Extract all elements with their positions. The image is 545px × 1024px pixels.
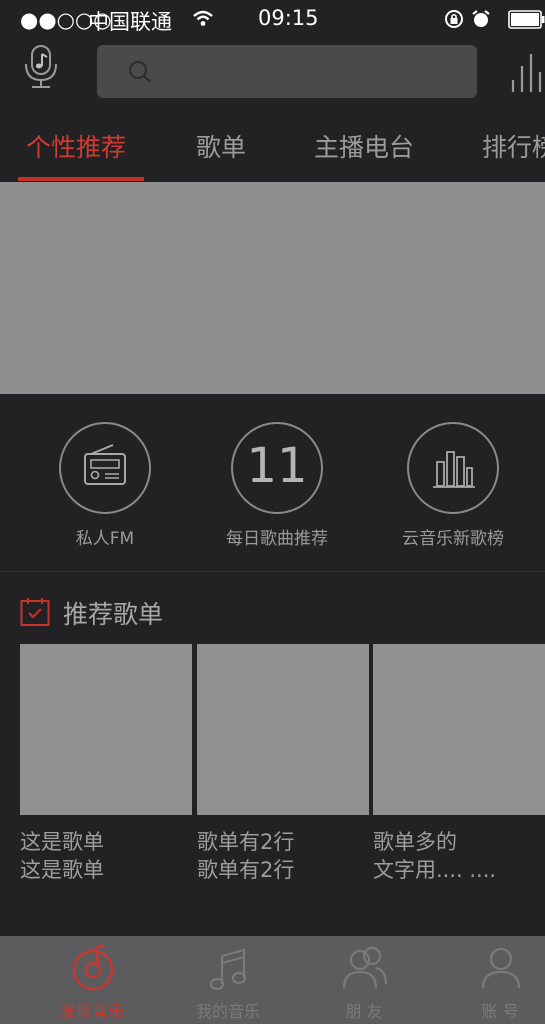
- calendar-day-icon: 11: [231, 422, 323, 514]
- netease-music-icon: [72, 944, 114, 991]
- feature-daily-recommend[interactable]: 11 每日歌曲推荐: [187, 422, 367, 552]
- day-number: 11: [246, 438, 308, 494]
- calendar-icon: [20, 597, 50, 631]
- nav-discover-music[interactable]: 发现音乐: [24, 936, 160, 1024]
- feature-label: 每日歌曲推荐: [226, 529, 328, 549]
- account-icon: [481, 947, 521, 989]
- feature-label: 私人FM: [75, 529, 135, 549]
- radio-icon: [59, 422, 151, 514]
- nav-label: 发现音乐: [59, 1002, 124, 1021]
- voice-search-button[interactable]: [22, 44, 62, 90]
- microphone-icon: [25, 45, 57, 88]
- nav-label: 朋 友: [345, 1002, 383, 1021]
- playlist-cover[interactable]: [373, 644, 545, 815]
- now-playing-button[interactable]: [505, 52, 545, 94]
- playlist-card[interactable]: 这是歌单 这是歌单: [20, 644, 192, 884]
- feature-private-fm[interactable]: 私人FM: [15, 422, 195, 552]
- active-tab-indicator: [18, 177, 144, 181]
- playlist-cover[interactable]: [20, 644, 192, 815]
- nav-account[interactable]: 账 号: [432, 936, 545, 1024]
- nav-my-music[interactable]: 我的音乐: [160, 936, 296, 1024]
- nav-label: 账 号: [481, 1002, 519, 1021]
- wifi-icon: [192, 8, 214, 32]
- section-title: 推荐歌单: [63, 600, 164, 629]
- feature-new-songs-chart[interactable]: 云音乐新歌榜: [363, 422, 543, 552]
- battery-icon: [508, 10, 545, 34]
- playlist-card[interactable]: 歌单多的 文字用.... ....: [373, 644, 545, 884]
- tab-radio[interactable]: 主播电台: [314, 128, 414, 164]
- banner-carousel[interactable]: [0, 182, 545, 394]
- category-tabs: 个性推荐 歌单 主播电台 排行榜: [0, 112, 545, 182]
- status-bar: ●●○○○ 中国联通 09:15: [0, 0, 545, 40]
- nav-label: 我的音乐: [195, 1002, 260, 1021]
- equalizer-icon: [511, 54, 542, 92]
- tab-recommend[interactable]: 个性推荐: [26, 128, 126, 164]
- feature-label: 云音乐新歌榜: [402, 529, 504, 549]
- rotation-lock-icon: [444, 9, 464, 34]
- nav-friends[interactable]: 朋 友: [296, 936, 432, 1024]
- search-input[interactable]: [159, 55, 459, 88]
- chart-bars-icon: [407, 422, 499, 514]
- bottom-navigation: 发现音乐 我的音乐 朋 友 账 号: [0, 936, 545, 1024]
- playlist-card[interactable]: 歌单有2行 歌单有2行: [197, 644, 369, 884]
- tab-charts[interactable]: 排行榜: [482, 128, 545, 164]
- search-box[interactable]: [97, 45, 477, 98]
- alarm-icon: [471, 9, 491, 34]
- search-icon: [127, 59, 153, 89]
- tab-playlists[interactable]: 歌单: [196, 128, 246, 164]
- playlist-cover[interactable]: [197, 644, 369, 815]
- playlist-title: 歌单多的 文字用.... ....: [373, 830, 497, 882]
- playlist-title: 歌单有2行 歌单有2行: [197, 830, 295, 882]
- carrier-name: 中国联通: [88, 10, 172, 34]
- section-divider: [0, 571, 545, 572]
- playlist-title: 这是歌单 这是歌单: [20, 830, 104, 882]
- friends-icon: [342, 946, 388, 989]
- clock: 09:15: [258, 6, 319, 30]
- music-note-icon: [209, 948, 247, 991]
